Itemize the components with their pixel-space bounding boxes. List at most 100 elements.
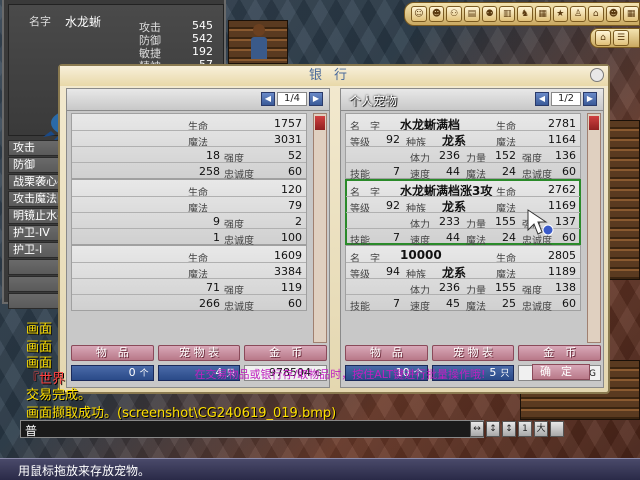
power-value: 155 bbox=[495, 215, 516, 228]
chat-tool-button[interactable] bbox=[550, 421, 564, 437]
chat-tool-button[interactable]: ↕ bbox=[486, 421, 500, 437]
face-icon[interactable]: ☻ bbox=[428, 6, 445, 22]
magic-value: 25 bbox=[502, 297, 516, 310]
stat-value: 192 bbox=[192, 45, 213, 58]
personal-pet-card[interactable]: 名 字 10000 生命 2805 等级 94 种族 龙系 魔法 1189 体力 236 力量 155 强度… bbox=[345, 245, 581, 313]
close-button[interactable] bbox=[590, 68, 604, 82]
strength-value: 18 bbox=[206, 149, 220, 162]
item-count-value: 0 bbox=[128, 366, 136, 379]
bank-pet-card[interactable]: 生命 1757 魔法 3031 18 强度 52 258 忠诚度 60 bbox=[71, 113, 307, 181]
chat-line: 交易完成。 bbox=[26, 388, 92, 403]
person-icon[interactable]: ☺ bbox=[411, 6, 427, 22]
pet-list-button[interactable]: 宠 物 表 bbox=[157, 345, 241, 361]
vit-value: 236 bbox=[439, 149, 460, 162]
confirm-button[interactable]: 确定 bbox=[532, 364, 590, 380]
personal-pet-card[interactable]: 名 字水龙蜥满档 生命 2781 等级 92 种族 龙系 魔法 1164 体力 236 力量 152 强度… bbox=[345, 113, 581, 181]
page-indicator: 1/2 bbox=[551, 92, 581, 106]
gold-button[interactable]: 金 币 bbox=[518, 345, 602, 361]
scrollbar[interactable] bbox=[313, 113, 327, 343]
stat-value: 545 bbox=[192, 19, 213, 32]
bank-window: 银行 ◀ 1/4 ▶ 生命 1757 魔法 3031 18 强度 52 258 忠诚度 60 生命 1… bbox=[58, 64, 610, 394]
next-page-button[interactable]: ▶ bbox=[583, 92, 597, 106]
chat-tool-button[interactable]: 大 bbox=[534, 421, 548, 437]
group-icon[interactable]: ⚇ bbox=[446, 6, 463, 22]
chat-line: 画面 bbox=[26, 322, 53, 337]
loyal-value-1: 266 bbox=[199, 297, 220, 310]
loyal-value: 60 bbox=[562, 231, 576, 244]
scrollbar[interactable] bbox=[587, 113, 601, 343]
map-icon[interactable]: ▦ bbox=[534, 6, 551, 22]
hp-value: 1609 bbox=[274, 249, 302, 262]
book-icon[interactable]: ▥ bbox=[499, 6, 516, 22]
bank-column-header: ◀ 1/4 ▶ bbox=[67, 89, 329, 111]
hp-value: 2781 bbox=[548, 117, 576, 130]
grid-icon[interactable]: ▦ bbox=[623, 6, 639, 22]
pet-name: 10000 bbox=[400, 248, 442, 262]
npc-character[interactable] bbox=[250, 24, 268, 60]
vit-value: 233 bbox=[439, 215, 460, 228]
bank-pet-card[interactable]: 生命 1609 魔法 3384 71 强度 119 266 忠诚度 60 bbox=[71, 245, 307, 313]
speed-label: 速度 bbox=[410, 302, 430, 313]
pet-name: 水龙蜥 bbox=[65, 15, 102, 29]
items-button[interactable]: 物 品 bbox=[71, 345, 154, 361]
pet-icon[interactable]: ♞ bbox=[517, 6, 533, 22]
pointer-cursor-icon bbox=[527, 209, 554, 236]
loyal-value: 60 bbox=[562, 165, 576, 178]
loyal-value-2: 60 bbox=[288, 297, 302, 310]
items-button[interactable]: 物 品 bbox=[345, 345, 428, 361]
magic-label: 魔法 bbox=[466, 302, 486, 313]
hat-icon[interactable]: ⌂ bbox=[587, 6, 604, 22]
next-page-button[interactable]: ▶ bbox=[309, 92, 323, 106]
chat-tool-button[interactable]: ↕ bbox=[502, 421, 516, 437]
strength2-value: 2 bbox=[295, 215, 302, 228]
level-value: 92 bbox=[386, 133, 400, 146]
chat-tool-button[interactable]: 1 bbox=[518, 421, 532, 437]
power-value: 155 bbox=[495, 281, 516, 294]
gold-button[interactable]: 金 币 bbox=[244, 345, 328, 361]
str-value: 136 bbox=[555, 149, 576, 162]
pet-list-button[interactable]: 宠 物 表 bbox=[431, 345, 515, 361]
loyalty-label: 忠诚度 bbox=[224, 302, 254, 313]
family-icon[interactable]: ⚉ bbox=[481, 6, 498, 22]
mp-value: 79 bbox=[288, 199, 302, 212]
hp-value: 120 bbox=[281, 183, 302, 196]
menu-icon[interactable]: ☰ bbox=[613, 30, 629, 46]
power-value: 152 bbox=[495, 149, 516, 162]
tech-value: 7 bbox=[393, 165, 400, 178]
bank-pet-cards: 生命 1757 魔法 3031 18 强度 52 258 忠诚度 60 生命 120 魔法 79 9 强度 2 1… bbox=[71, 113, 307, 313]
mp-value: 1189 bbox=[548, 265, 576, 278]
hp-value: 2805 bbox=[548, 249, 576, 262]
loyalty-label: 忠诚度 bbox=[522, 302, 552, 313]
help-text: 用鼠标拖放来存放宠物。 bbox=[18, 464, 151, 478]
speed-value: 44 bbox=[446, 165, 460, 178]
loyal-value-2: 100 bbox=[281, 231, 302, 244]
stat-value: 542 bbox=[192, 32, 213, 45]
level-value: 94 bbox=[386, 265, 400, 278]
hp-value: 1757 bbox=[274, 117, 302, 130]
personal-column-title: 个人宠物 bbox=[349, 94, 398, 108]
personal-pet-card[interactable]: 名 字水龙蜥满档涨3攻 生命 2762 等级 92 种族 龙系 魔法 1169 体力 233 力量 15… bbox=[345, 179, 581, 247]
mp-value: 3384 bbox=[274, 265, 302, 278]
bank-pet-card[interactable]: 生命 120 魔法 79 9 强度 2 1 忠诚度 100 bbox=[71, 179, 307, 247]
card-icon[interactable]: ▤ bbox=[464, 6, 480, 22]
chat-input-value: 普 bbox=[25, 424, 38, 438]
magic-value: 24 bbox=[502, 165, 516, 178]
prev-page-button[interactable]: ◀ bbox=[535, 92, 549, 106]
strength-value: 71 bbox=[206, 281, 220, 294]
alt-key-hint: 在交易物品或银行存/取物品时，按住ALT键进行批量操作哦! bbox=[194, 368, 486, 381]
prev-page-button[interactable]: ◀ bbox=[261, 92, 275, 106]
chat-input[interactable]: 普 bbox=[20, 420, 484, 438]
personal-pager: ◀ 1/2 ▶ bbox=[535, 92, 597, 106]
speed-value: 44 bbox=[446, 231, 460, 244]
unit-label: G bbox=[589, 369, 597, 379]
bank-pager: ◀ 1/4 ▶ bbox=[261, 92, 323, 106]
star-icon[interactable]: ★ bbox=[552, 6, 569, 22]
chat-tool-button[interactable]: ↔ bbox=[470, 421, 484, 437]
chat-tools: ↔ ↕ ↕ 1 大 bbox=[470, 421, 564, 437]
boy-icon[interactable]: ♙ bbox=[570, 6, 586, 22]
bank-title: 银行 bbox=[60, 66, 608, 86]
tech-value: 7 bbox=[393, 231, 400, 244]
house-icon[interactable]: ⌂ bbox=[595, 30, 611, 46]
speed-value: 45 bbox=[446, 297, 460, 310]
face2-icon[interactable]: ☻ bbox=[605, 6, 622, 22]
